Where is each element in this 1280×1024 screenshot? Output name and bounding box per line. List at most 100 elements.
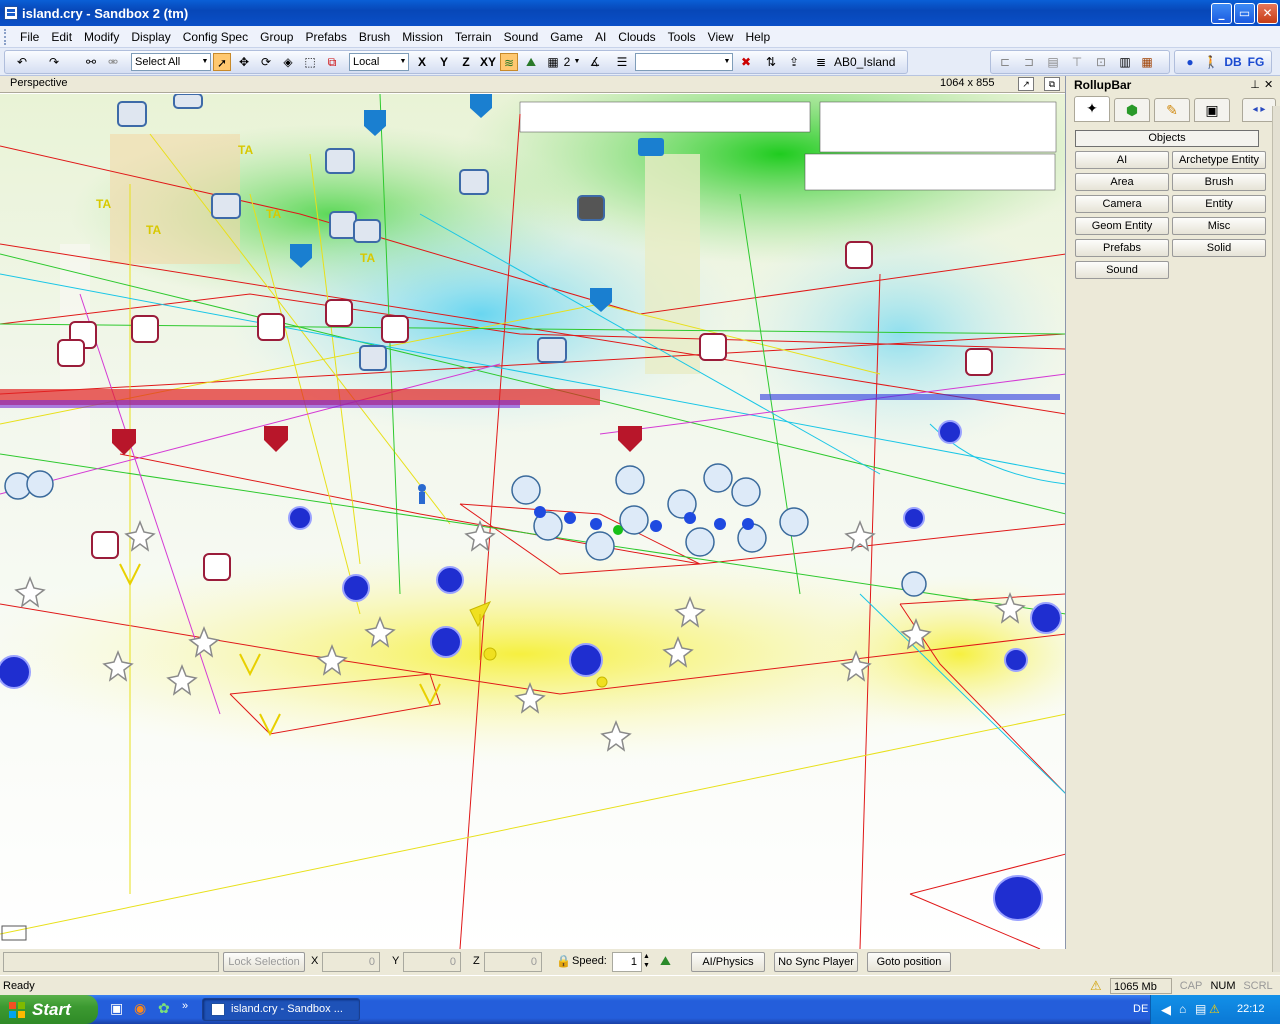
viewport-maximize-icon[interactable]: ⧉ — [1044, 77, 1060, 91]
select-region-icon[interactable]: ⬚ — [301, 53, 319, 71]
axis-xy-button[interactable]: XY — [478, 53, 498, 71]
menu-tools[interactable]: Tools — [662, 27, 702, 47]
tab-modify-icon[interactable]: ✎ — [1154, 98, 1190, 122]
snap-icon[interactable]: ⧉ — [323, 53, 341, 71]
ai-physics-button[interactable]: AI/Physics — [691, 952, 765, 972]
menu-view[interactable]: View — [702, 27, 740, 47]
axis-x-button[interactable]: X — [414, 53, 430, 71]
align-center-icon[interactable]: ⊐ — [1020, 53, 1038, 71]
camera-button[interactable]: Camera — [1075, 195, 1169, 213]
select-cursor-icon[interactable]: ➚ — [213, 53, 231, 71]
menu-modify[interactable]: Modify — [78, 27, 125, 47]
align-left-icon[interactable]: ⊏ — [996, 53, 1014, 71]
tab-scroll-arrows-icon[interactable]: ◂ ▸ — [1242, 98, 1276, 122]
menu-sound[interactable]: Sound — [498, 27, 545, 47]
prefabs-button[interactable]: Prefabs — [1075, 239, 1169, 257]
grid-size-value[interactable]: 2 — [561, 53, 573, 71]
terrain-camera-icon[interactable]: ⛰ — [660, 952, 680, 972]
menu-config-spec[interactable]: Config Spec — [177, 27, 254, 47]
axis-y-button[interactable]: Y — [436, 53, 452, 71]
level-name[interactable]: AB0_Island — [834, 53, 895, 71]
menu-file[interactable]: File — [14, 27, 45, 47]
objects-section-title[interactable]: Objects — [1075, 130, 1259, 147]
x-coordinate-field[interactable]: 0 — [322, 952, 380, 972]
selection-filter-combo[interactable]: Select All ▼ — [131, 53, 211, 71]
terrain-snap-icon[interactable]: ⛰ — [522, 53, 540, 71]
align-frame-icon[interactable]: ⊡ — [1092, 53, 1110, 71]
quicklaunch-firefox-icon[interactable]: ◉ — [134, 1000, 146, 1017]
menu-brush[interactable]: Brush — [353, 27, 396, 47]
menu-edit[interactable]: Edit — [45, 27, 78, 47]
quicklaunch-chevron[interactable]: » — [182, 1000, 188, 1012]
misc-button[interactable]: Misc — [1172, 217, 1266, 235]
area-button[interactable]: Area — [1075, 173, 1169, 191]
import-icon[interactable]: ⇪ — [785, 53, 803, 71]
terrain-follow-icon[interactable]: ≋ — [500, 53, 518, 71]
coordinate-system-combo[interactable]: Local ▼ — [349, 53, 409, 71]
scene-3d-view[interactable]: TA TA TA TA TA — [0, 94, 1066, 949]
goto-position-button[interactable]: Goto position — [867, 952, 951, 972]
perspective-viewport[interactable]: Perspective 1064 x 855 ↗ ⧉ TA TA TA TA T… — [0, 76, 1066, 949]
menu-group[interactable]: Group — [254, 27, 299, 47]
sound-button[interactable]: Sound — [1075, 261, 1169, 279]
named-selection-combo[interactable]: ▼ — [635, 53, 733, 71]
close-button[interactable]: ✕ — [1257, 2, 1278, 24]
tray-warning-icon[interactable]: ⚠ — [1209, 995, 1220, 1024]
undo-icon[interactable]: ↶ — [12, 53, 32, 71]
tray-display-icon[interactable]: ▤ — [1195, 995, 1206, 1024]
start-button[interactable]: Start — [0, 995, 98, 1024]
scale-icon[interactable]: ◈ — [279, 53, 297, 71]
player-icon[interactable]: 🚶 — [1202, 53, 1220, 71]
link-icon[interactable]: ⚯ — [82, 53, 100, 71]
lock-selection-button[interactable]: Lock Selection — [223, 952, 305, 972]
lock-icon[interactable]: 🔒 — [556, 952, 571, 972]
chevron-down-icon[interactable]: ▼ — [573, 53, 581, 71]
y-coordinate-field[interactable]: 0 — [403, 952, 461, 972]
entity-button[interactable]: Entity — [1172, 195, 1266, 213]
geom-entity-button[interactable]: Geom Entity — [1075, 217, 1169, 235]
warning-icon[interactable]: ⚠ — [1090, 978, 1102, 994]
rotate-icon[interactable]: ⟳ — [257, 53, 275, 71]
no-sync-player-button[interactable]: No Sync Player — [774, 952, 858, 972]
clock[interactable]: 22:12 — [1237, 995, 1265, 1024]
solid-button[interactable]: Solid — [1172, 239, 1266, 257]
redo-icon[interactable]: ↷ — [44, 53, 64, 71]
viewport-options-icon[interactable]: ↗ — [1018, 77, 1034, 91]
menu-game[interactable]: Game — [544, 27, 589, 47]
tab-display-icon[interactable]: ▣ — [1194, 98, 1230, 122]
archetype-entity-button[interactable]: Archetype Entity — [1172, 151, 1266, 169]
material-icon[interactable]: ▦ — [1138, 53, 1156, 71]
minimize-button[interactable]: _ — [1211, 2, 1232, 24]
quicklaunch-app-icon[interactable]: ✿ — [158, 1000, 170, 1017]
language-indicator[interactable]: DE — [1133, 995, 1148, 1024]
flowgraph-button[interactable]: FG — [1246, 53, 1266, 71]
tray-expand-icon[interactable]: ◀ — [1161, 995, 1171, 1024]
data-icon[interactable]: ▥ — [1116, 53, 1134, 71]
menubar-grip[interactable] — [4, 28, 8, 45]
viewport-label[interactable]: Perspective — [10, 77, 67, 89]
grid-icon[interactable]: ▦ — [546, 53, 560, 71]
tab-terrain-icon[interactable]: ⬢ — [1114, 98, 1150, 122]
export-icon[interactable]: ⇅ — [762, 53, 780, 71]
menu-ai[interactable]: AI — [589, 27, 612, 47]
menu-display[interactable]: Display — [125, 27, 176, 47]
unlink-icon[interactable]: ⚮ — [104, 53, 122, 71]
globe-icon[interactable]: ● — [1182, 53, 1198, 71]
database-button[interactable]: DB — [1223, 53, 1243, 71]
rollup-close-icon[interactable]: ✕ — [1264, 78, 1273, 91]
layers-icon[interactable]: ≣ — [812, 53, 830, 71]
menu-terrain[interactable]: Terrain — [449, 27, 498, 47]
menu-help[interactable]: Help — [739, 27, 776, 47]
rollup-scrollbar[interactable] — [1272, 106, 1280, 972]
ai-button[interactable]: AI — [1075, 151, 1169, 169]
pin-icon[interactable]: ⊥ — [1248, 78, 1260, 91]
axis-z-button[interactable]: Z — [458, 53, 474, 71]
align-grid-icon[interactable]: ▤ — [1044, 53, 1062, 71]
menu-clouds[interactable]: Clouds — [612, 27, 661, 47]
speed-spinner-icon[interactable]: ▲ ▼ — [643, 952, 653, 972]
delete-selection-icon[interactable]: ✖ — [737, 53, 755, 71]
align-tree-icon[interactable]: ⊤ — [1068, 53, 1086, 71]
layer-list-icon[interactable]: ☰ — [613, 53, 631, 71]
speed-input[interactable]: 1 — [612, 952, 642, 972]
window-titlebar[interactable]: island.cry - Sandbox 2 (tm) _ ▭ ✕ — [0, 0, 1280, 26]
